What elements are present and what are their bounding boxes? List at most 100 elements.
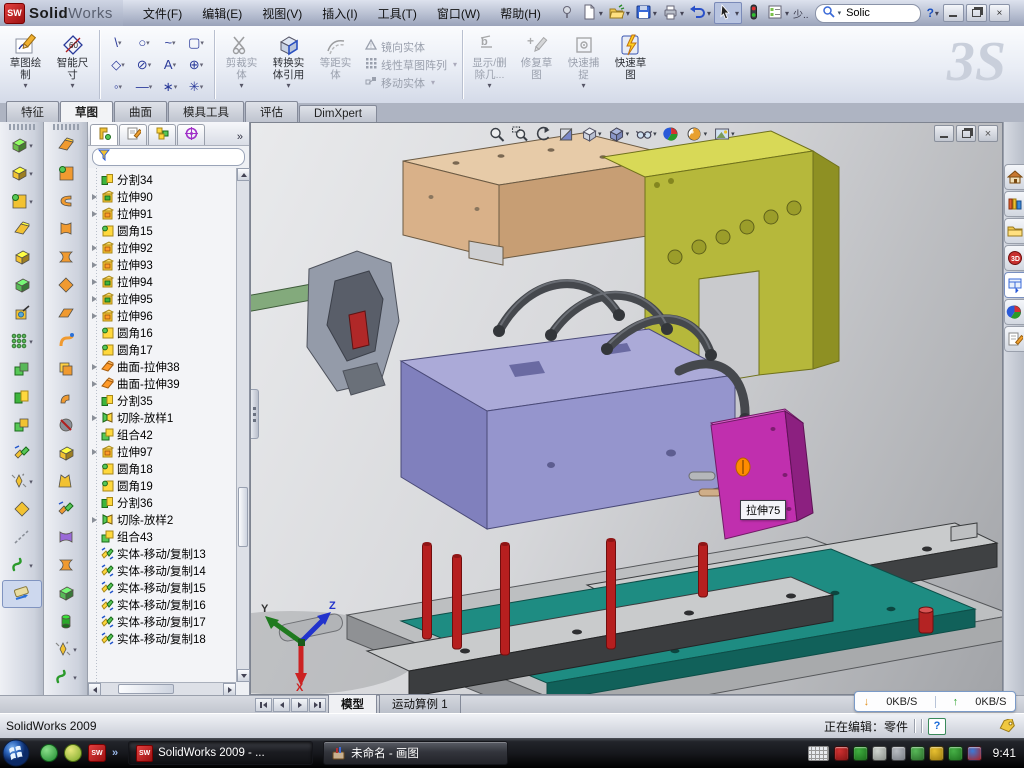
- tree-item-实体-移动/复制13[interactable]: 实体-移动/复制13: [88, 545, 236, 562]
- knit-surface-button[interactable]: [46, 356, 86, 384]
- freeform-button[interactable]: [46, 328, 86, 356]
- hole-wizard-button[interactable]: [2, 300, 42, 328]
- usb-device-tray-icon[interactable]: [910, 746, 925, 761]
- tree-vertical-scrollbar[interactable]: [236, 168, 249, 682]
- tree-item-组合43[interactable]: 组合43: [88, 528, 236, 545]
- graphics-viewport[interactable]: ▾▾▾▾▾ × 拉伸75 Y Z X: [250, 122, 1003, 695]
- display-delete-relations-button[interactable]: b显示/删 除几...▾: [466, 29, 513, 100]
- tag-icon[interactable]: [998, 719, 1016, 733]
- propertymanager-tab[interactable]: [119, 124, 147, 145]
- dropdown-caret-icon[interactable]: ▾: [239, 82, 243, 90]
- tree-item-圆角16[interactable]: 圆角16: [88, 324, 236, 341]
- extruded-surface-button[interactable]: [46, 188, 86, 216]
- sketch-entity-button-3[interactable]: ▢▾: [183, 32, 209, 54]
- restore-button[interactable]: [966, 4, 987, 22]
- doc-tab-模型[interactable]: 模型: [328, 694, 377, 713]
- search-caret-icon[interactable]: ▾: [838, 9, 842, 17]
- tree-item-拉伸94[interactable]: 拉伸94: [88, 273, 236, 290]
- tree-item-曲面-拉伸39[interactable]: 曲面-拉伸39: [88, 375, 236, 392]
- doc-close-button[interactable]: ×: [978, 125, 998, 142]
- doc-minimize-button[interactable]: [934, 125, 954, 142]
- taskbar-button-0[interactable]: SWSolidWorks 2009 - ...: [128, 741, 313, 765]
- menu-item-4[interactable]: 工具(T): [368, 1, 427, 26]
- hide-show-items-button[interactable]: ▾: [632, 126, 660, 142]
- ref-geometry-button[interactable]: *▾: [46, 636, 86, 664]
- rapid-sketch-button[interactable]: 快速草 图: [607, 29, 654, 100]
- scroll-down-button[interactable]: [237, 669, 250, 682]
- scroll-up-button[interactable]: [237, 168, 250, 181]
- tree-item-圆角15[interactable]: 圆角15: [88, 222, 236, 239]
- tab-曲面[interactable]: 曲面: [114, 101, 167, 122]
- tree-item-分割36[interactable]: 分割36: [88, 494, 236, 511]
- configurationmanager-tab[interactable]: [148, 124, 176, 145]
- network-speed-widget[interactable]: ↓ 0KB/S ↑ 0KB/S: [854, 691, 1016, 712]
- save-button[interactable]: ▾: [633, 3, 659, 23]
- sketch-entity-button-5[interactable]: ⊘▾: [131, 54, 157, 76]
- mid-surface-button[interactable]: [46, 468, 86, 496]
- quick-snaps-button[interactable]: 快速捕 捉▾: [560, 29, 607, 100]
- shield-power-tray-icon[interactable]: [853, 746, 868, 761]
- combine-b-button[interactable]: [2, 412, 42, 440]
- expander-icon[interactable]: [90, 194, 98, 200]
- trim-surface-button[interactable]: [46, 524, 86, 552]
- tree-item-实体-移动/复制14[interactable]: 实体-移动/复制14: [88, 562, 236, 579]
- menu-item-6[interactable]: 帮助(H): [490, 1, 551, 26]
- minimize-button[interactable]: [943, 4, 964, 22]
- smart-dimension-button[interactable]: 60智能尺 寸▾: [49, 29, 96, 100]
- appearances-scenes-tab[interactable]: [1004, 299, 1024, 325]
- cut-button[interactable]: [2, 272, 42, 300]
- sketch-draw-button[interactable]: 草图绘 制▾: [2, 29, 49, 100]
- design-library-tab[interactable]: [1004, 191, 1024, 217]
- swept-boss-button[interactable]: [2, 216, 42, 244]
- expander-icon[interactable]: [90, 262, 98, 268]
- view-settings-button[interactable]: ▾: [710, 126, 738, 142]
- dropdown-caret-icon[interactable]: ▾: [286, 82, 290, 90]
- sketch-entity-button-10[interactable]: ∗▾: [157, 76, 183, 98]
- view-orientation-button[interactable]: ▾: [577, 126, 605, 142]
- hscroll-thumb[interactable]: [118, 684, 174, 694]
- expander-icon[interactable]: [90, 211, 98, 217]
- linear-sketch-pattern-button[interactable]: 线性草图阵列▾: [365, 57, 457, 73]
- shield-update-tray-icon[interactable]: [948, 746, 963, 761]
- quick-tips-button[interactable]: ?: [928, 718, 946, 735]
- toolbar-drag-handle[interactable]: [9, 124, 35, 130]
- previous-view-button[interactable]: [531, 126, 554, 142]
- delete-face-button[interactable]: [46, 412, 86, 440]
- warning-tray-icon[interactable]: [929, 746, 944, 761]
- tab-模具工具[interactable]: 模具工具: [168, 101, 244, 122]
- expander-icon[interactable]: [90, 313, 98, 319]
- ime-keyboard-icon[interactable]: [808, 746, 829, 761]
- dropdown-caret-icon[interactable]: ▾: [488, 82, 492, 90]
- print-button[interactable]: ▾: [660, 3, 686, 23]
- linear-pattern-button[interactable]: ▾: [2, 328, 42, 356]
- repair-sketch-button[interactable]: +修复草 图: [513, 29, 560, 100]
- tree-item-实体-移动/复制16[interactable]: 实体-移动/复制16: [88, 596, 236, 613]
- tab-last-button[interactable]: [309, 698, 326, 712]
- tab-prev-button[interactable]: [273, 698, 290, 712]
- open-button[interactable]: ▾: [606, 3, 632, 23]
- tree-item-拉伸96[interactable]: 拉伸96: [88, 307, 236, 324]
- quicklaunch-sphere-icon[interactable]: [64, 744, 82, 762]
- display-style-button[interactable]: ▾: [605, 126, 633, 142]
- tree-item-圆角18[interactable]: 圆角18: [88, 460, 236, 477]
- view-palette-tab[interactable]: [1004, 272, 1024, 298]
- move-copy-body-button[interactable]: [2, 440, 42, 468]
- replace-face-button[interactable]: [46, 440, 86, 468]
- mirror-entities-button[interactable]: !镜向实体: [365, 39, 457, 55]
- revolved-surface-button[interactable]: [46, 160, 86, 188]
- axis-button[interactable]: [2, 524, 42, 552]
- custom-properties-tab[interactable]: [1004, 326, 1024, 352]
- fillet-surface-button[interactable]: [46, 384, 86, 412]
- zoom-area-button[interactable]: [508, 126, 531, 142]
- offset-surface-button[interactable]: [46, 272, 86, 300]
- security-alert-tray-icon[interactable]: [834, 746, 849, 761]
- tree-horizontal-scrollbar[interactable]: [88, 682, 236, 695]
- trim-entities-button[interactable]: 剪裁实 体▾: [218, 29, 265, 100]
- expander-icon[interactable]: [90, 449, 98, 455]
- tree-item-拉伸90[interactable]: 拉伸90: [88, 188, 236, 205]
- dropdown-caret-icon[interactable]: ▾: [70, 82, 74, 90]
- panel-splitter-handle[interactable]: [251, 389, 259, 439]
- solidworks-resources-tab[interactable]: [1004, 164, 1024, 190]
- dropdown-caret-icon[interactable]: ▾: [582, 82, 586, 90]
- tree-item-拉伸92[interactable]: 拉伸92: [88, 239, 236, 256]
